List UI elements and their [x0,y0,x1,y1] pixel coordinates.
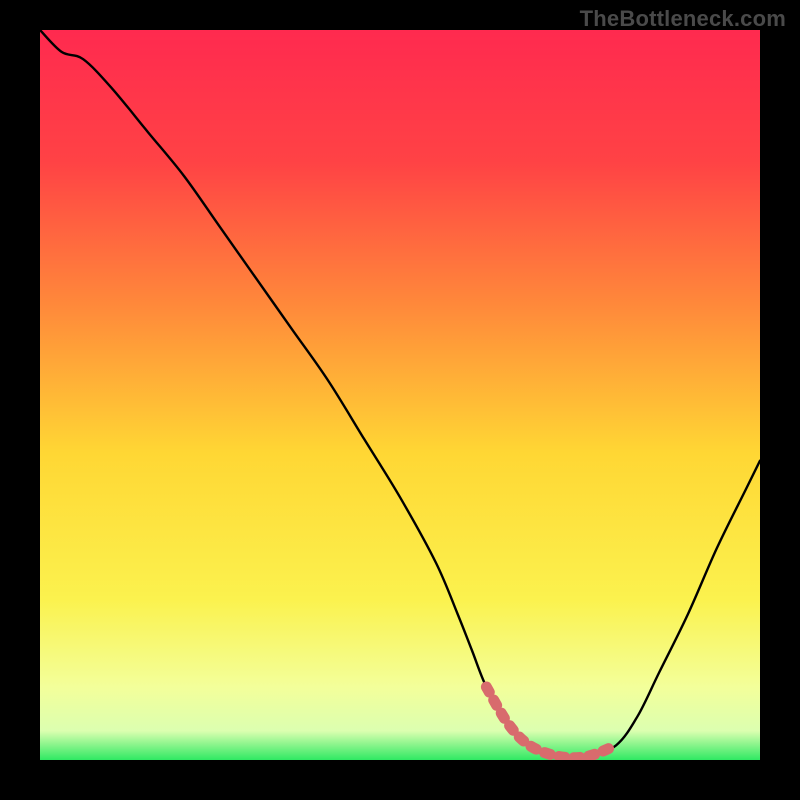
attribution-label: TheBottleneck.com [580,6,786,32]
plot-area [40,30,760,760]
gradient-background [40,30,760,760]
chart-frame: TheBottleneck.com [0,0,800,800]
chart-svg [40,30,760,760]
